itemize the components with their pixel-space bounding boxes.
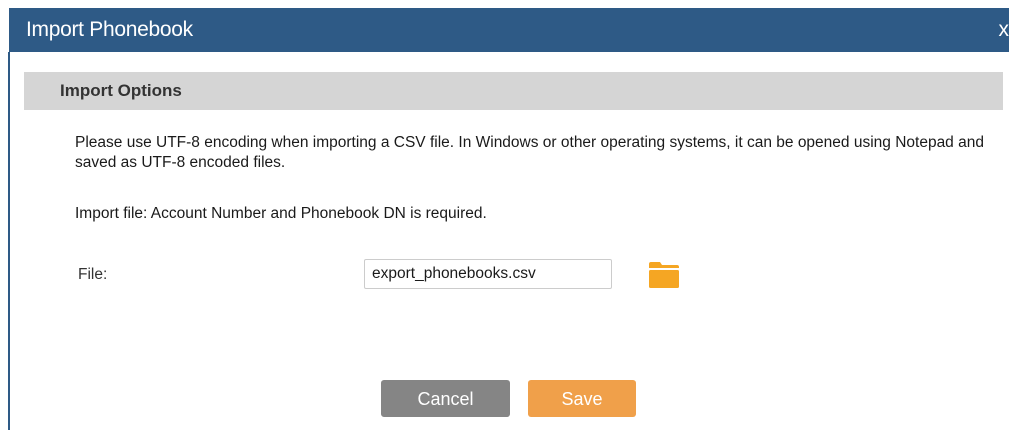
import-phonebook-dialog: Import Phonebook x Import Options Please… [0, 0, 1009, 430]
save-button[interactable]: Save [528, 380, 636, 417]
close-icon[interactable]: x [999, 18, 1009, 42]
folder-icon[interactable] [649, 262, 679, 288]
dialog-left-border [8, 52, 10, 430]
cancel-button[interactable]: Cancel [381, 380, 510, 417]
dialog-titlebar: Import Phonebook x [9, 8, 1009, 52]
dialog-title: Import Phonebook [26, 18, 193, 41]
encoding-notice: Please use UTF-8 encoding when importing… [75, 134, 984, 171]
section-title: Import Options [60, 81, 182, 100]
folder-icon-graphic [649, 262, 679, 288]
required-fields-note: Import file: Account Number and Phoneboo… [75, 205, 487, 222]
file-label: File: [78, 266, 108, 283]
file-path-input[interactable] [364, 259, 612, 289]
import-options-header: Import Options [24, 72, 1003, 110]
